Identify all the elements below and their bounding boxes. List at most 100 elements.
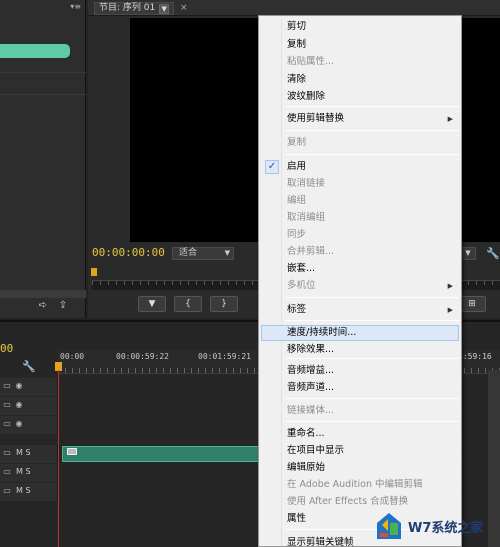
menu-item: 合并剪辑...: [261, 244, 459, 260]
menu-item[interactable]: 在项目中显示: [261, 443, 459, 459]
chevron-down-icon[interactable]: ▼: [159, 3, 170, 14]
horizontal-scrollbar[interactable]: [0, 290, 86, 298]
checkmark-icon: ✓: [265, 160, 279, 174]
menu-item[interactable]: 波纹删除: [261, 89, 459, 105]
track-header: ▭ ◉: [0, 416, 58, 434]
track-header: ▭ M S: [0, 445, 58, 463]
menu-item[interactable]: 启用: [261, 159, 459, 175]
wrench-icon[interactable]: 🔧: [486, 247, 500, 260]
export-icon[interactable]: ⇪: [56, 300, 70, 312]
timeline-timecode[interactable]: 00: [0, 342, 13, 355]
menu-separator: [285, 297, 459, 298]
menu-item-label: 剪切: [287, 21, 307, 32]
track-header: ▭ ◉: [0, 378, 58, 396]
watermark: W7系统之家: [372, 505, 500, 547]
menu-item[interactable]: 嵌套...: [261, 261, 459, 277]
eye-icon[interactable]: ◉: [14, 419, 24, 429]
mark-in-button[interactable]: {: [174, 296, 202, 312]
menu-item: 取消链接: [261, 176, 459, 192]
menu-item-label: 速度/持续时间...: [287, 327, 357, 338]
project-item-bar[interactable]: [0, 44, 70, 58]
add-marker-button[interactable]: ▼: [138, 296, 166, 312]
speaker-icon[interactable]: ▭: [2, 467, 12, 477]
menu-item-label: 嵌套...: [287, 263, 316, 274]
menu-item-label: 在 Adobe Audition 中编辑剪辑: [287, 479, 423, 490]
menu-item: 复制: [261, 135, 459, 151]
menu-item-label: 音频声道...: [287, 382, 335, 393]
zoom-fit-label: 适合: [179, 248, 198, 258]
menu-item-label: 音频增益...: [287, 365, 335, 376]
menu-item[interactable]: 重命名...: [261, 426, 459, 442]
menu-item: 同步: [261, 227, 459, 243]
menu-item[interactable]: 复制: [261, 37, 459, 53]
menu-item-label: 多机位: [287, 280, 316, 291]
menu-item[interactable]: 速度/持续时间...: [261, 325, 459, 341]
menu-item[interactable]: 移除效果...: [261, 342, 459, 358]
track-label: M S: [16, 486, 31, 495]
ruler-label: 00:00: [60, 352, 85, 361]
menu-item-label: 链接媒体...: [287, 405, 335, 416]
menu-item[interactable]: 音频增益...: [261, 363, 459, 379]
menu-item-label: 启用: [287, 161, 307, 172]
menu-item-label: 取消编组: [287, 212, 326, 223]
menu-item: 取消编组: [261, 210, 459, 226]
track-header: ▭ M S: [0, 483, 58, 501]
program-tabbar: 节目: 序列 01 ▼ ×: [88, 0, 500, 16]
menu-item-label: 取消链接: [287, 178, 326, 189]
speaker-icon[interactable]: ▭: [2, 448, 12, 458]
tab-label: 节目: 序列 01: [99, 3, 156, 13]
track-header: ▭ M S: [0, 464, 58, 482]
menu-item[interactable]: 清除: [261, 72, 459, 88]
mark-out-button[interactable]: }: [210, 296, 238, 312]
film-icon[interactable]: ▭: [2, 400, 12, 410]
menu-item-label: 在项目中显示: [287, 445, 345, 456]
menu-item-label: 编组: [287, 195, 307, 206]
menu-item-label: 复制: [287, 137, 307, 148]
menu-separator: [285, 106, 459, 107]
menu-item: 粘贴属性...: [261, 54, 459, 70]
menu-item-label: 重命名...: [287, 428, 325, 439]
menu-item-label: 使用剪辑替换: [287, 113, 345, 124]
menu-item: 在 Adobe Audition 中编辑剪辑: [261, 477, 459, 493]
menu-item-label: 标签: [287, 304, 307, 315]
menu-item-label: 清除: [287, 74, 307, 85]
menu-item-label: 编辑原始: [287, 462, 326, 473]
ruler-label: 00:00:59:22: [116, 352, 169, 361]
playhead-timecode[interactable]: 00:00:00:00: [92, 246, 165, 259]
selected-clip[interactable]: [62, 446, 262, 462]
menu-separator: [285, 358, 459, 359]
watermark-text: W7系统之家: [408, 521, 484, 536]
menu-item[interactable]: 使用剪辑替换 ▶: [261, 111, 459, 127]
track-label: M S: [16, 448, 31, 457]
playhead-marker[interactable]: [91, 268, 97, 276]
panel-menu-icon[interactable]: ▾≡: [70, 2, 81, 11]
speaker-icon[interactable]: ▭: [2, 486, 12, 496]
menu-item: 链接媒体...: [261, 403, 459, 419]
film-icon[interactable]: ▭: [2, 419, 12, 429]
eye-icon[interactable]: ◉: [14, 381, 24, 391]
menu-item[interactable]: 剪切: [261, 19, 459, 35]
resolution-dropdown[interactable]: ▼: [460, 247, 476, 260]
film-icon[interactable]: ▭: [2, 381, 12, 391]
menu-item[interactable]: 音频声道...: [261, 380, 459, 396]
eye-icon[interactable]: ◉: [14, 400, 24, 410]
menu-item-label: 显示剪辑关键帧: [287, 537, 354, 547]
clip-context-menu: 剪切 复制 粘贴属性... 清除 波纹删除 使用剪辑替换 ▶ 复制 启用 ✓ 取消链接 编组 取消编组同…: [258, 15, 462, 547]
chevron-down-icon: ▼: [224, 249, 230, 257]
menu-item[interactable]: 标签 ▶: [261, 302, 459, 318]
audio-output-icon[interactable]: ➪: [36, 300, 50, 312]
divider: [0, 72, 86, 73]
export-frame-button[interactable]: ⊞: [458, 296, 486, 312]
zoom-fit-select[interactable]: 适合 ▼: [172, 247, 234, 260]
tab-program-sequence[interactable]: 节目: 序列 01 ▼: [94, 2, 175, 15]
menu-separator: [285, 421, 459, 422]
wrench-icon[interactable]: 🔧: [22, 360, 36, 373]
ruler-end-timecode: 4:59:16: [458, 352, 492, 361]
menu-item[interactable]: 编辑原始: [261, 460, 459, 476]
track-header: ▭ ◉: [0, 397, 58, 415]
close-icon[interactable]: ×: [180, 3, 188, 13]
playhead-line: [58, 370, 59, 547]
menu-item-label: 复制: [287, 39, 307, 50]
menu-item-label: 合并剪辑...: [287, 246, 335, 257]
chevron-right-icon: ▶: [447, 282, 453, 290]
